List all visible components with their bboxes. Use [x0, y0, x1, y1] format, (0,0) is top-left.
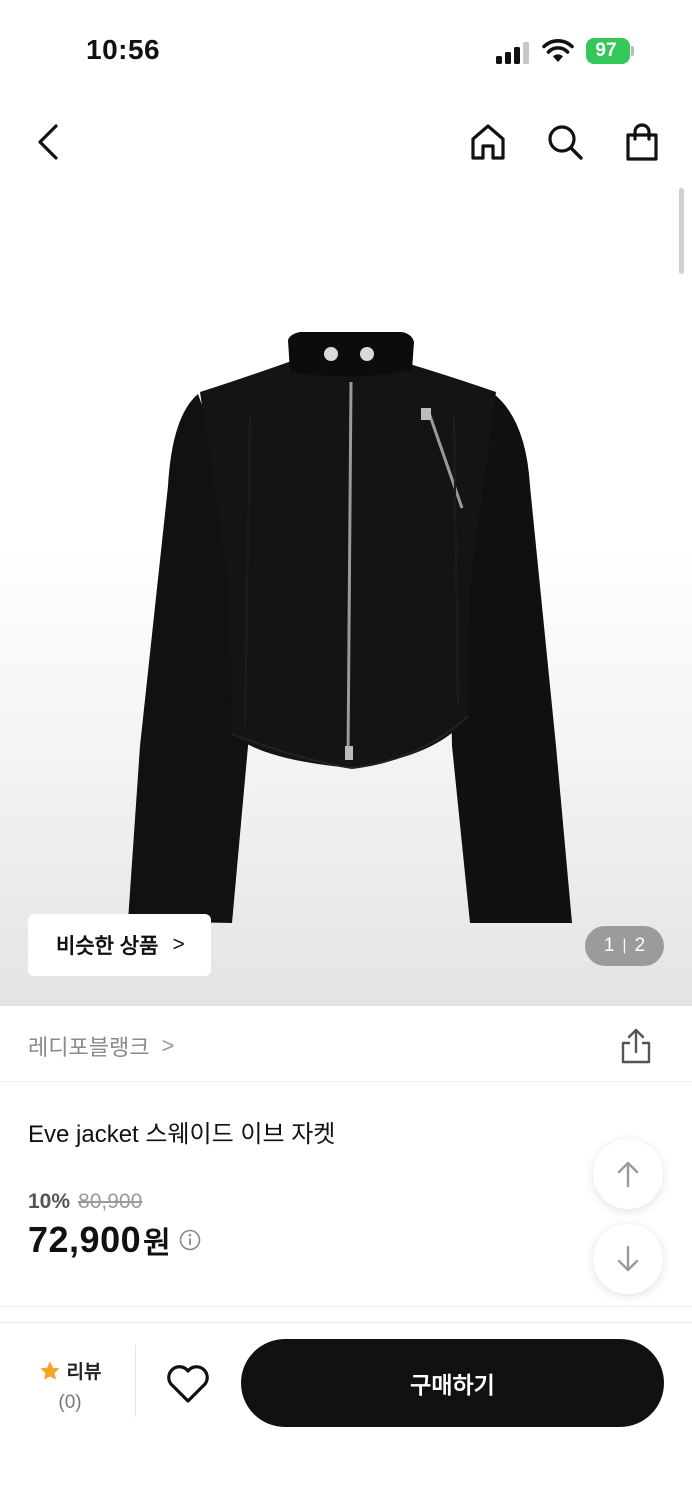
share-icon [621, 1028, 651, 1064]
arrow-down-icon [617, 1245, 639, 1272]
review-label: 리뷰 [66, 1362, 102, 1383]
brand-link[interactable]: 레디포블랭크 > [28, 1030, 174, 1062]
arrow-up-icon [617, 1161, 639, 1188]
battery-indicator: 97 [586, 38, 634, 64]
bar-divider [135, 1345, 136, 1417]
price-row: 72,900 원 [28, 1218, 201, 1262]
status-time: 10:56 [86, 34, 161, 65]
section-divider [0, 1306, 692, 1307]
battery-level: 97 [595, 40, 617, 61]
similar-products-label: 비슷한 상품 [56, 935, 159, 958]
scroll-up-button[interactable] [593, 1139, 663, 1209]
scroll-down-button[interactable] [593, 1224, 663, 1294]
current-image-index: 1 [603, 935, 615, 956]
review-count: (0) [58, 1392, 82, 1413]
scrollbar[interactable] [679, 188, 684, 274]
chevron-right-icon: > [172, 933, 185, 956]
currency-unit: 원 [143, 1227, 171, 1260]
shopping-bag-icon [626, 123, 658, 161]
brand-name: 레디포블랭크 [28, 1035, 150, 1060]
chevron-right-icon: > [161, 1033, 175, 1058]
brand-row: 레디포블랭크 > [0, 1006, 692, 1082]
product-title: Eve jacket 스웨이드 이브 자켓 [28, 1121, 336, 1148]
sale-price: 72,900 [28, 1219, 142, 1260]
info-icon[interactable] [179, 1229, 201, 1251]
review-summary[interactable]: 리뷰 (0) [30, 1357, 110, 1414]
wifi-icon [542, 39, 574, 62]
image-counter: 1 | 2 [585, 926, 664, 966]
bottom-action-bar: 리뷰 (0) 구매하기 [0, 1322, 692, 1500]
similar-products-button[interactable]: 비슷한 상품 > [28, 914, 211, 976]
counter-separator: | [622, 937, 627, 954]
back-button[interactable] [24, 118, 72, 166]
star-icon [39, 1360, 60, 1380]
buy-button[interactable]: 구매하기 [241, 1339, 664, 1427]
home-button[interactable] [464, 118, 512, 166]
jacket-photo [128, 332, 572, 923]
status-bar: 10:56 97 [0, 0, 692, 100]
share-button[interactable] [614, 1024, 658, 1068]
search-icon [548, 125, 583, 160]
heart-icon [167, 1365, 209, 1403]
top-navigation [0, 100, 692, 186]
chevron-left-icon [38, 124, 58, 160]
discount-row: 10% 80,900 [28, 1190, 142, 1214]
total-images: 2 [634, 935, 646, 956]
cart-button[interactable] [618, 118, 666, 166]
discount-rate: 10% [28, 1190, 71, 1213]
original-price: 80,900 [78, 1190, 143, 1213]
product-image-gallery[interactable] [0, 186, 692, 1006]
home-icon [471, 124, 505, 160]
cellular-signal-icon [496, 42, 529, 64]
search-button[interactable] [541, 118, 589, 166]
wishlist-button[interactable] [164, 1361, 212, 1407]
